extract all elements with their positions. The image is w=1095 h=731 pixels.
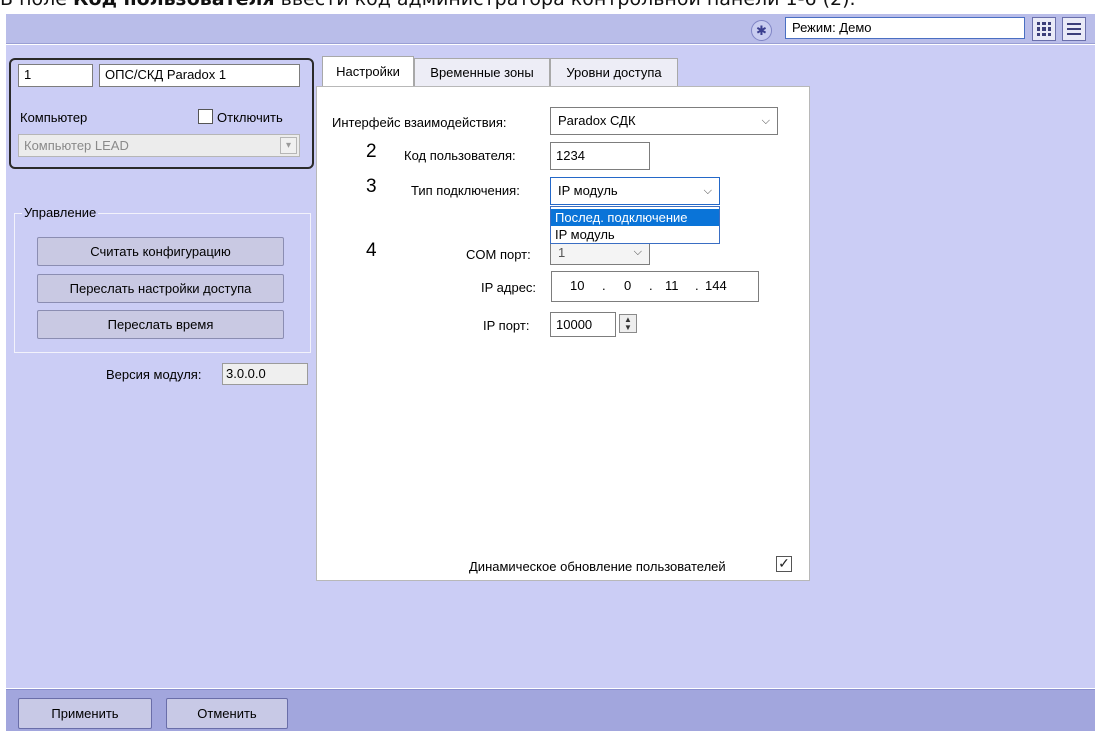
computer-label: Компьютер [20,110,88,125]
chevron-down-icon: ⌵ [761,115,770,127]
disable-label: Отключить [217,110,283,125]
caption-bold: Код пользователя [73,0,275,10]
conn-type-dropdown: Послед. подключение IP модуль [550,206,720,244]
marker-3: 3 [366,176,377,197]
ip-port-label: IP порт: [483,318,530,333]
ip-port-field[interactable]: 10000 [550,312,616,337]
conn-type-select-value: IP модуль [558,183,618,198]
tab-access-levels[interactable]: Уровни доступа [550,58,678,86]
send-time-button[interactable]: Переслать время [37,310,284,339]
ip-octet-4[interactable]: 144 [705,278,727,293]
menu-icon[interactable] [1062,17,1086,41]
ip-dot-icon: . [695,278,699,293]
cancel-button[interactable]: Отменить [166,698,288,729]
computer-select-value: Компьютер LEAD [24,138,129,153]
conn-type-option-serial[interactable]: Послед. подключение [551,209,719,226]
mode-field[interactable]: Режим: Демо [785,17,1025,39]
com-port-select-value: 1 [558,245,566,260]
interface-label: Интерфейс взаимодействия: [332,115,507,130]
instruction-caption: В поле Код пользователя ввести код админ… [0,0,1095,14]
layout-grid-icon[interactable] [1032,17,1056,41]
module-version-field: 3.0.0.0 [222,363,308,385]
dynamic-update-label: Динамическое обновление пользователей [469,559,726,574]
disable-checkbox[interactable] [198,109,213,124]
marker-2: 2 [366,141,377,162]
com-port-select[interactable]: 1 ⌵ [550,243,650,265]
apply-button[interactable]: Применить [18,698,152,729]
ip-dot-icon: . [602,278,606,293]
ip-octet-3[interactable]: 11 [665,278,679,293]
chevron-down-icon: ▾ [280,137,297,154]
conn-type-select[interactable]: IP модуль ⌵ [550,177,720,205]
ip-dot-icon: . [649,278,653,293]
control-group-legend: Управление [22,205,99,220]
object-name-field[interactable]: ОПС/СКД Paradox 1 [99,64,300,87]
dynamic-update-checkbox[interactable]: ✓ [776,556,792,572]
ip-address-label: IP адрес: [481,280,537,295]
interface-select-value: Paradox СДК [558,113,636,128]
send-access-button[interactable]: Переслать настройки доступа [37,274,284,303]
tab-settings[interactable]: Настройки [322,56,414,86]
chevron-down-icon: ⌵ [633,246,642,258]
conn-type-label: Тип подключения: [411,183,520,198]
ip-octet-2[interactable]: 0 [624,278,631,293]
read-config-button[interactable]: Считать конфигурацию [37,237,284,266]
mode-gear-icon[interactable]: ✱ [751,20,772,41]
caption-rest: ввести код администратора контрольной па… [275,0,856,10]
chevron-down-icon: ⌵ [703,185,712,197]
module-version-label: Версия модуля: [106,367,202,382]
interface-select[interactable]: Paradox СДК ⌵ [550,107,778,135]
tab-time-zones[interactable]: Временные зоны [414,58,550,86]
ip-port-spinner[interactable]: ▲ ▼ [619,314,637,333]
ip-octet-1[interactable]: 10 [570,278,584,293]
user-code-label: Код пользователя: [404,148,516,163]
ip-address-field[interactable]: 10 . 0 . 11 . 144 [551,271,759,302]
marker-4: 4 [366,240,377,261]
com-port-label: COM порт: [466,247,531,262]
caption-prefix: В поле [0,0,73,10]
spin-down-icon[interactable]: ▼ [624,323,632,332]
user-code-field[interactable]: 1234 [550,142,650,170]
object-id-field[interactable]: 1 [18,64,93,87]
computer-select: Компьютер LEAD ▾ [18,134,300,157]
conn-type-option-ip[interactable]: IP модуль [551,226,719,243]
